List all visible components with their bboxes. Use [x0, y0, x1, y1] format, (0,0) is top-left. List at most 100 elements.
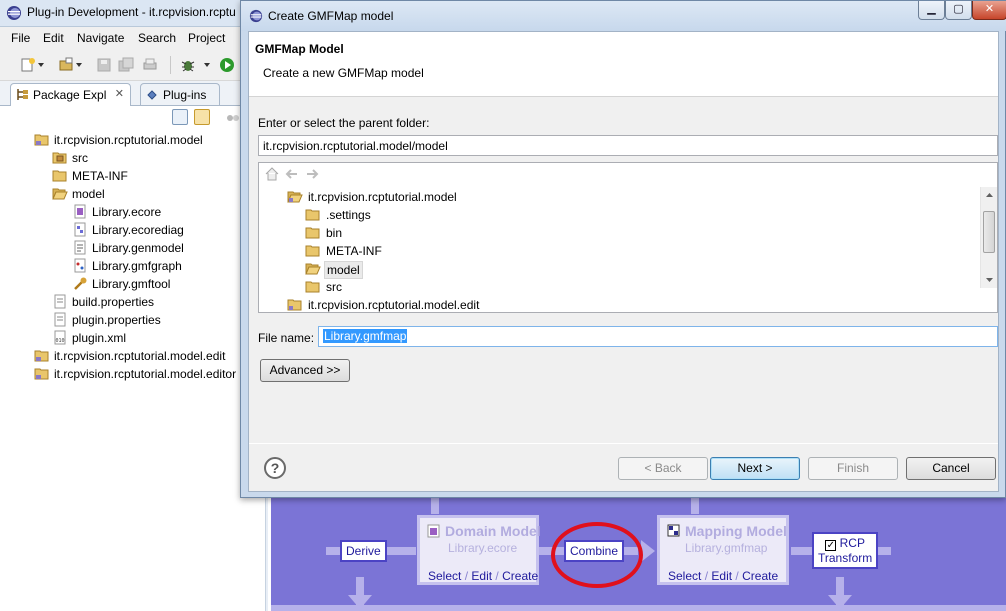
- package-explorer-icon: [17, 89, 28, 100]
- wizard-header: GMFMap Model Create a new GMFMap model: [249, 32, 998, 97]
- ecore-file-icon: [427, 524, 440, 538]
- create-link[interactable]: Create: [742, 569, 778, 583]
- arrow-right-icon: [641, 540, 655, 562]
- cancel-button[interactable]: Cancel: [906, 457, 996, 480]
- toolbar-separator: [170, 56, 171, 74]
- xml-file-icon: 010: [54, 330, 66, 345]
- save-all-icon[interactable]: [118, 57, 134, 73]
- gmftool-file-icon: [74, 277, 87, 290]
- gmfmap-file-icon: [667, 524, 680, 537]
- gmfgraph-file-icon: [74, 258, 86, 273]
- back-button[interactable]: < Back: [618, 457, 708, 480]
- project-folder-icon: [34, 350, 49, 362]
- folder-icon: [305, 209, 320, 221]
- debug-dropdown-icon[interactable]: [204, 63, 210, 67]
- debug-icon[interactable]: [180, 57, 196, 73]
- menu-project[interactable]: Project: [188, 31, 225, 45]
- view-menu-icon[interactable]: [225, 110, 241, 126]
- scroll-thumb[interactable]: [983, 211, 995, 253]
- project-folder-icon: [287, 191, 303, 203]
- print-icon[interactable]: [142, 57, 158, 73]
- new-project-icon[interactable]: [58, 57, 74, 73]
- tab-plug-ins[interactable]: Plug-ins: [140, 83, 220, 106]
- home-icon[interactable]: [265, 167, 279, 181]
- dialog-body: GMFMap Model Create a new GMFMap model E…: [248, 31, 999, 492]
- new-project-dropdown-icon[interactable]: [76, 63, 82, 67]
- eclipse-icon: [249, 9, 263, 23]
- scroll-down-icon[interactable]: [982, 271, 997, 288]
- new-icon[interactable]: [20, 57, 36, 73]
- project-folder-icon: [34, 368, 49, 380]
- menu-navigate[interactable]: Navigate: [77, 31, 124, 45]
- advanced-button[interactable]: Advanced >>: [260, 359, 350, 382]
- next-button[interactable]: Next >: [710, 457, 800, 480]
- properties-file-icon: [54, 312, 66, 327]
- connector: [691, 497, 699, 514]
- folder-icon: [305, 245, 320, 257]
- file-name-input[interactable]: Library.gmfmap: [318, 326, 998, 347]
- maximize-icon[interactable]: ▢: [945, 1, 972, 20]
- forward-arrow-icon[interactable]: [305, 167, 319, 181]
- derive-label[interactable]: Derive: [340, 540, 387, 562]
- menu-edit[interactable]: Edit: [43, 31, 64, 45]
- tree-navigation: [259, 163, 979, 187]
- folder-icon: [52, 170, 67, 182]
- edit-link[interactable]: Edit: [711, 569, 732, 583]
- help-icon[interactable]: ?: [264, 457, 286, 479]
- domain-model-file: Library.ecore: [448, 541, 518, 555]
- link-with-editor-icon[interactable]: [194, 109, 210, 125]
- folder-tree-scrollbar[interactable]: [980, 187, 997, 288]
- file-name-label: File name:: [258, 331, 315, 345]
- gmf-workflow-diagram: Domain Model Library.ecore Select / Edit…: [271, 497, 1006, 611]
- rcp-transform-label[interactable]: ✓ RCP Transform: [812, 532, 879, 569]
- folder-open-icon: [52, 188, 68, 200]
- ecore-file-icon: [74, 204, 86, 219]
- folder-open-icon: [305, 263, 321, 275]
- mapping-model-actions: Select / Edit / Create: [668, 569, 779, 583]
- wizard-page-description: Create a new GMFMap model: [263, 66, 424, 80]
- close-icon[interactable]: ✕: [972, 1, 1006, 20]
- select-link[interactable]: Select: [428, 569, 461, 583]
- tab-label: Plug-ins: [163, 88, 207, 102]
- highlight-ellipse: [551, 522, 643, 588]
- minimize-icon[interactable]: ▁: [918, 1, 945, 20]
- select-link[interactable]: Select: [668, 569, 701, 583]
- checkbox-checked-icon[interactable]: ✓: [825, 540, 837, 551]
- view-toolbar: [0, 106, 250, 130]
- menu-bar: File Edit Navigate Search Project: [0, 27, 250, 49]
- tab-package-explorer[interactable]: Package Expl ✕: [10, 83, 131, 106]
- folder-tree: it.rcpvision.rcptutorial.model .settings…: [258, 162, 998, 313]
- folder-icon: [305, 281, 320, 293]
- domain-model-title: Domain Model: [445, 523, 541, 539]
- save-icon[interactable]: [96, 57, 112, 73]
- new-dropdown-icon[interactable]: [38, 63, 44, 67]
- menu-search[interactable]: Search: [138, 31, 176, 45]
- close-icon[interactable]: ✕: [115, 87, 124, 100]
- back-arrow-icon[interactable]: [285, 167, 299, 181]
- project-folder-icon: [34, 134, 49, 146]
- button-bar-separator: [249, 443, 998, 444]
- mapping-model-box: Mapping Model Library.gmfmap Select / Ed…: [657, 515, 789, 585]
- tab-label: Package Expl: [33, 88, 107, 102]
- eclipse-title: Plug-in Development - it.rcpvision.rcptu: [27, 5, 236, 19]
- run-icon[interactable]: [219, 57, 235, 73]
- view-tab-bar: Package Expl ✕ Plug-ins: [0, 81, 250, 106]
- mapping-model-file: Library.gmfmap: [685, 541, 768, 555]
- create-gmfmap-dialog: Create GMFMap model ▁ ▢ ✕ GMFMap Model C…: [240, 0, 1006, 498]
- parent-folder-input[interactable]: [258, 135, 998, 156]
- svg-text:010: 010: [55, 338, 64, 344]
- mapping-model-title: Mapping Model: [685, 523, 787, 539]
- menu-file[interactable]: File: [11, 31, 30, 45]
- create-link[interactable]: Create: [502, 569, 538, 583]
- collapse-all-icon[interactable]: [172, 109, 188, 125]
- finish-button[interactable]: Finish: [808, 457, 898, 480]
- domain-model-box: Domain Model Library.ecore Select / Edit…: [417, 515, 541, 585]
- plug-in-icon: [147, 90, 157, 100]
- connector: [431, 497, 439, 514]
- dialog-title: Create GMFMap model: [268, 9, 394, 23]
- package-folder-icon: [52, 152, 67, 164]
- edit-link[interactable]: Edit: [471, 569, 492, 583]
- scroll-up-icon[interactable]: [982, 187, 997, 204]
- wizard-page-title: GMFMap Model: [255, 42, 344, 56]
- main-toolbar: [0, 49, 250, 81]
